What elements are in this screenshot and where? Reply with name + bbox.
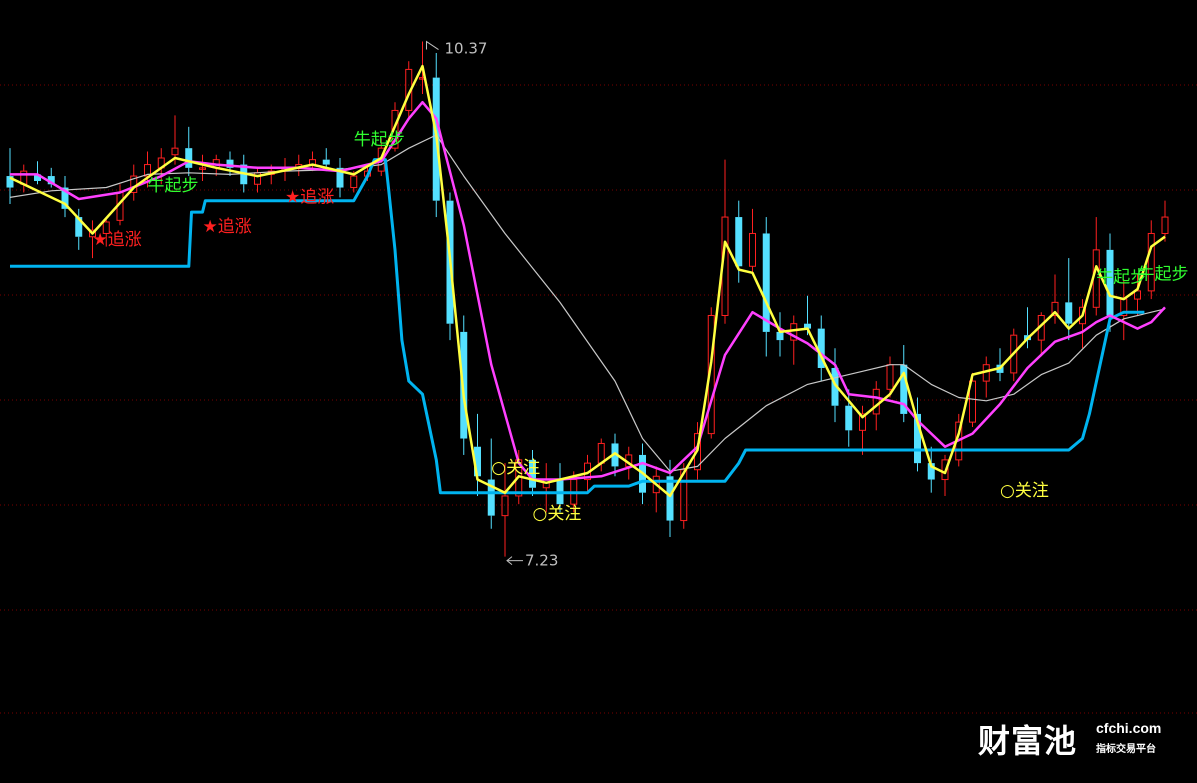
candle [749, 208, 756, 275]
signal-label-buy: 牛起步 [148, 176, 199, 196]
signal-label-watch: ○关注 [533, 504, 582, 524]
candle [790, 315, 798, 365]
candle [914, 397, 921, 472]
candle-body [845, 405, 853, 431]
candle-body [886, 364, 894, 390]
candle [652, 466, 660, 513]
candle [597, 438, 605, 472]
candle [762, 217, 770, 357]
candle-body [350, 175, 358, 189]
watermark-brand: 财富池 [978, 722, 1078, 760]
candle [20, 164, 28, 193]
candle [817, 315, 825, 382]
candle-body [762, 233, 770, 332]
signal-label-chase: ★追涨 [203, 217, 252, 237]
candle [927, 446, 935, 493]
candle [130, 164, 138, 201]
low-price-label: 7.23 [525, 552, 558, 570]
candle [6, 148, 14, 204]
candle [776, 312, 784, 357]
candle [474, 413, 481, 496]
candle [199, 154, 206, 181]
high-marker-arrow [426, 40, 439, 50]
fast-average-line [9, 64, 1166, 498]
watermark-url: cfchi.com [1096, 720, 1162, 736]
candle [1161, 200, 1169, 242]
candle [34, 161, 41, 185]
watermark-tagline: 指标交易平台 [1096, 744, 1156, 755]
signal-label-chase: ★追涨 [285, 187, 334, 207]
candle-body [666, 476, 674, 521]
candles [6, 41, 1169, 557]
candle-body [735, 217, 743, 267]
watermark: 财富池 cfchi.com 指标交易平台 [978, 716, 1178, 766]
signal-label-buy: 牛起步 [354, 130, 405, 150]
candle [254, 167, 261, 193]
candle [61, 176, 69, 218]
candle-body [185, 148, 193, 168]
candle-body [322, 159, 330, 165]
candle-body [171, 147, 179, 156]
candle [226, 151, 234, 177]
candle-body [749, 232, 756, 267]
candle [185, 126, 193, 177]
candle-body [872, 388, 880, 415]
candle [982, 356, 990, 398]
signal-label-watch: ○关注 [491, 458, 540, 478]
high-price-label: 10.37 [445, 40, 488, 58]
candle [1120, 279, 1128, 341]
candle [295, 154, 303, 177]
candlestick-chart: 牛起步牛起步牛起步牛起步★追涨★追涨★追涨○关注○关注○关注10.377.23 [0, 40, 1197, 714]
signal-label-chase: ★追涨 [93, 230, 142, 250]
candle-body [501, 495, 509, 517]
signal-label-buy: 牛起步 [1138, 264, 1189, 284]
candle [941, 454, 949, 496]
indicator-lines [9, 64, 1166, 498]
candle [336, 158, 344, 198]
candle-body [1065, 302, 1073, 324]
candle [1037, 312, 1045, 357]
candle-body [1161, 216, 1169, 234]
signal-label-watch: ○关注 [1000, 481, 1049, 501]
candle [1147, 220, 1155, 300]
